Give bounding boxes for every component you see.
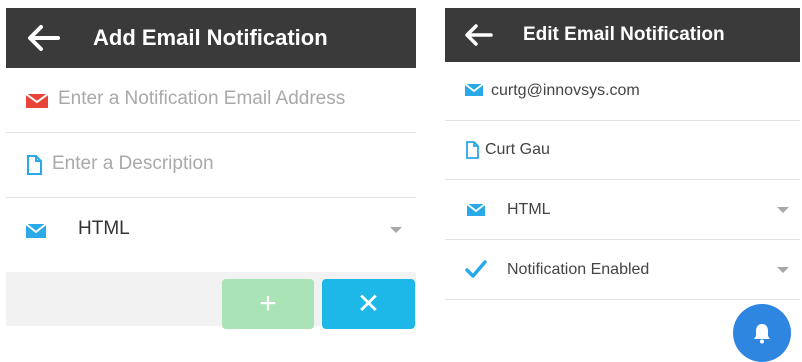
chevron-down-icon[interactable] — [390, 227, 402, 233]
document-icon — [27, 155, 42, 175]
envelope-icon — [465, 84, 483, 96]
envelope-icon — [26, 94, 48, 108]
chevron-down-icon[interactable] — [777, 207, 789, 213]
description-row[interactable]: Curt Gau — [445, 121, 800, 180]
format-value: HTML — [507, 201, 551, 218]
format-select[interactable]: HTML — [6, 198, 416, 262]
action-bar: + ✕ — [6, 272, 416, 329]
cancel-button[interactable]: ✕ — [322, 279, 415, 329]
document-icon — [466, 141, 479, 159]
status-value: Notification Enabled — [507, 261, 650, 278]
notification-fab[interactable] — [733, 304, 791, 362]
back-arrow-icon[interactable] — [26, 24, 60, 52]
edit-header: Edit Email Notification — [445, 8, 800, 62]
back-arrow-icon[interactable] — [463, 23, 493, 47]
edit-email-notification-panel: Edit Email Notification curtg@innovsys.c… — [445, 8, 800, 362]
page-title: Edit Email Notification — [523, 24, 725, 45]
description-value[interactable]: Curt Gau — [485, 141, 550, 159]
format-value: HTML — [78, 218, 130, 239]
envelope-icon — [467, 204, 485, 216]
email-row[interactable]: curtg@innovsys.com — [445, 62, 800, 121]
format-select[interactable]: HTML — [445, 180, 800, 240]
description-field[interactable]: Enter a Description — [52, 153, 214, 175]
description-field-row[interactable]: Enter a Description — [6, 133, 416, 198]
email-value[interactable]: curtg@innovsys.com — [491, 82, 640, 100]
email-field[interactable]: Enter a Notification Email Address — [58, 88, 345, 110]
chevron-down-icon[interactable] — [777, 267, 789, 273]
bell-icon — [754, 324, 770, 344]
page-title: Add Email Notification — [93, 25, 328, 50]
add-header: Add Email Notification — [6, 8, 416, 68]
envelope-icon — [26, 224, 46, 238]
email-field-row[interactable]: Enter a Notification Email Address — [6, 68, 416, 133]
status-select[interactable]: Notification Enabled — [445, 240, 800, 300]
check-icon — [465, 260, 487, 278]
add-email-notification-panel: Add Email Notification Enter a Notificat… — [6, 8, 416, 329]
add-button[interactable]: + — [222, 279, 314, 329]
